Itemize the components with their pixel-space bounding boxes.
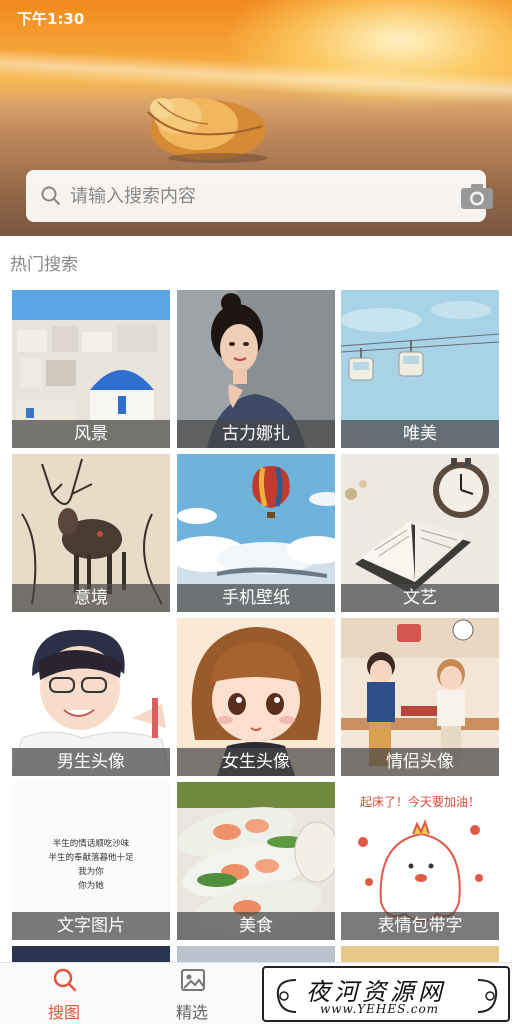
category-label: 唯美: [341, 420, 499, 448]
category-label: 美食: [177, 912, 335, 940]
category-tile-partial[interactable]: [341, 946, 499, 962]
category-label: 意境: [12, 584, 170, 612]
image-icon: [181, 969, 205, 991]
search-icon: [53, 968, 77, 992]
ornament-icon: [276, 979, 297, 1013]
nav-item-search[interactable]: 搜图: [14, 963, 114, 1024]
category-label: 风景: [12, 420, 170, 448]
category-label: 文艺: [341, 584, 499, 612]
category-tile-guli-nazha[interactable]: 古力娜扎: [177, 290, 335, 448]
category-tile-food[interactable]: 美食: [177, 782, 335, 940]
category-tile-mood[interactable]: 意境: [12, 454, 170, 612]
category-tile-scenery[interactable]: 风景: [12, 290, 170, 448]
category-tile-text-image[interactable]: 半生的情话顺吃沙味 半生的奉献落暮他十足 我为你 你为她 文字图片: [12, 782, 170, 940]
category-tile-boy-avatar[interactable]: 男生头像: [12, 618, 170, 776]
category-tile-couple-avatar[interactable]: 情侣头像: [341, 618, 499, 776]
camera-icon[interactable]: [460, 182, 494, 210]
partial-image: [177, 946, 335, 962]
watermark: 夜河资源网 www.YEHES.com: [262, 966, 510, 1022]
poem-line: 半生的情话顺吃沙味: [53, 838, 130, 849]
nav-label: 精选: [175, 1003, 208, 1022]
category-label: 手机壁纸: [177, 584, 335, 612]
category-tile-phone-wallpaper[interactable]: 手机壁纸: [177, 454, 335, 612]
category-tile-sticker-text[interactable]: 起床了！今天要加油！ 表情包带字: [341, 782, 499, 940]
category-label: 表情包带字: [341, 912, 499, 940]
seashell-image: [147, 98, 268, 163]
ornament-icon: [477, 979, 498, 1013]
status-time: 下午1:30: [17, 10, 85, 28]
poem-line: 半生的奉献落暮他十足: [48, 852, 134, 863]
category-label: 文字图片: [12, 912, 170, 940]
search-bar[interactable]: [26, 170, 493, 222]
search-icon: [41, 186, 60, 205]
poem-line: 你为她: [78, 880, 104, 891]
sticker-text: 起床了！今天要加油！: [360, 794, 480, 809]
nav-item-featured[interactable]: 精选: [142, 963, 242, 1024]
partial-image: [12, 946, 170, 962]
category-tile-literary[interactable]: 文艺: [341, 454, 499, 612]
nav-label: 搜图: [47, 1003, 80, 1022]
category-tile-girl-avatar[interactable]: 女生头像: [177, 618, 335, 776]
category-label: 古力娜扎: [177, 420, 335, 448]
partial-image: [341, 946, 499, 962]
category-tile-aesthetic[interactable]: 唯美: [341, 290, 499, 448]
category-tile-partial[interactable]: [12, 946, 170, 962]
poem-line: 我为你: [78, 866, 104, 877]
category-label: 女生头像: [177, 748, 335, 776]
section-title: 热门搜索: [10, 255, 78, 275]
category-label: 男生头像: [12, 748, 170, 776]
category-tile-partial[interactable]: [177, 946, 335, 962]
search-input[interactable]: [70, 180, 430, 212]
watermark-url: www.YEHES.com: [320, 1002, 440, 1016]
category-label: 情侣头像: [341, 748, 499, 776]
